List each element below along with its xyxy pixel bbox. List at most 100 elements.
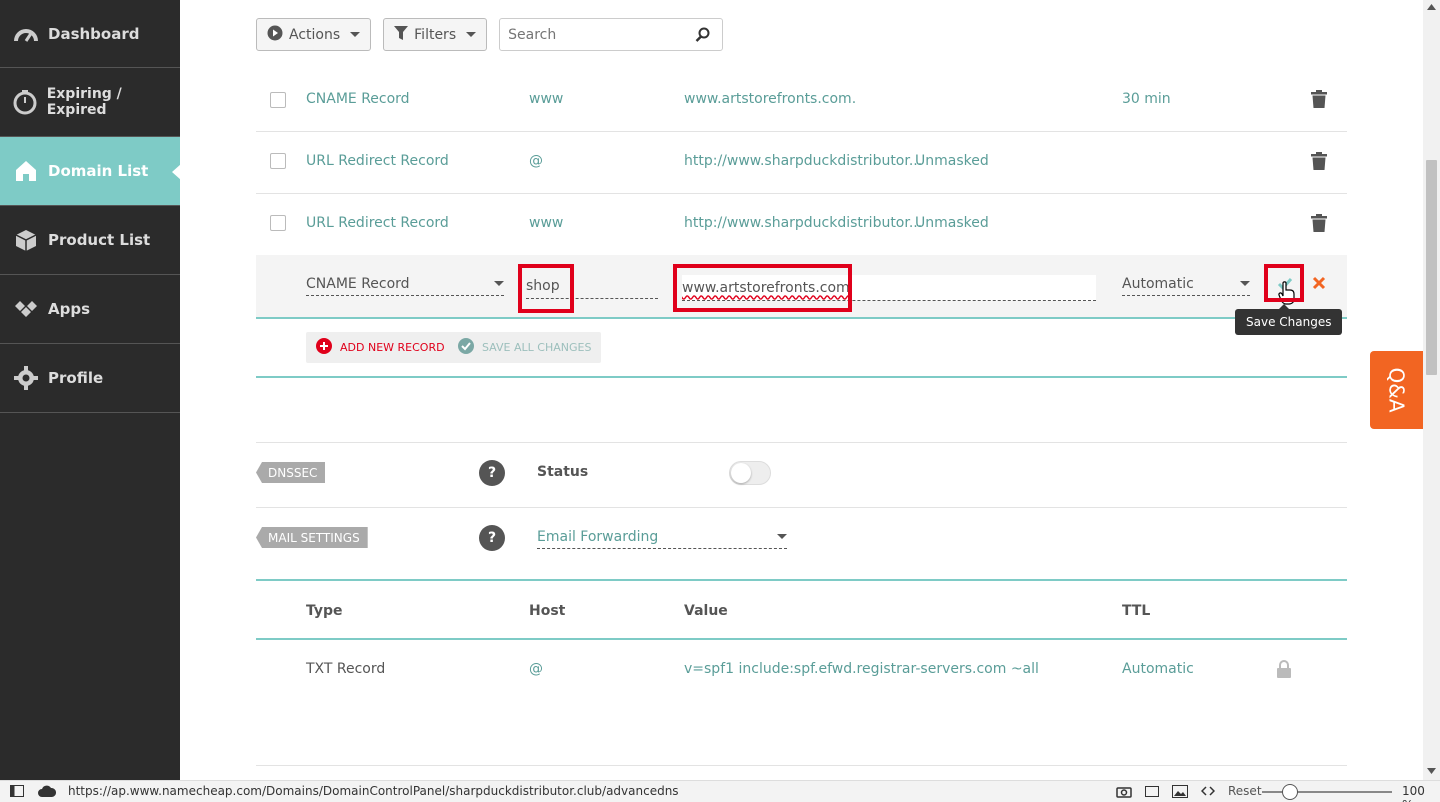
table-row: URL Redirect Record @ http://www.sharpdu… (256, 132, 1347, 194)
zoom-slider[interactable] (1262, 784, 1392, 800)
record-type-select[interactable]: CNAME Record (306, 272, 504, 296)
sidebar-item-product-list[interactable]: Product List (0, 206, 180, 275)
sidebar-item-dashboard[interactable]: Dashboard (0, 0, 180, 68)
row-checkbox[interactable] (270, 153, 286, 169)
record-actions-bar: ADD NEW RECORD SAVE ALL CHANGES (256, 320, 1347, 378)
sidebar-item-label: Domain List (48, 162, 149, 180)
chevron-down-icon (494, 281, 504, 286)
record-value: http://www.sharpduckdistributor... (684, 153, 923, 169)
camera-icon[interactable] (1116, 785, 1132, 798)
trash-icon[interactable] (1311, 69, 1327, 129)
help-icon[interactable]: ? (479, 460, 505, 486)
highlight-box-host (518, 264, 574, 313)
record-host: www (529, 215, 564, 231)
sidebar-item-label: Dashboard (48, 24, 140, 43)
record-type: URL Redirect Record (306, 153, 449, 169)
mail-table-header: Type Host Value TTL (256, 579, 1347, 640)
search-input[interactable] (500, 19, 681, 50)
trash-icon[interactable] (1311, 132, 1327, 190)
scrollbar-thumb[interactable] (1426, 160, 1437, 375)
save-all-changes-label: SAVE ALL CHANGES (482, 341, 592, 354)
status-label: Status (537, 464, 589, 480)
filters-label: Filters (414, 26, 457, 43)
help-icon[interactable]: ? (479, 525, 505, 551)
divider (256, 765, 1347, 766)
trash-icon[interactable] (1311, 194, 1327, 252)
record-masking: Unmasked (915, 215, 989, 231)
chevron-down-icon (350, 32, 361, 37)
qa-tab[interactable]: Q&A (1370, 351, 1423, 429)
browser-status-bar: https://ap.www.namecheap.com/Domains/Dom… (0, 780, 1440, 802)
zoom-level: 100 % (1402, 784, 1425, 802)
record-host: @ (529, 153, 543, 169)
sidebar: Dashboard Expiring / Expired Domain List… (0, 0, 181, 780)
add-new-record-label: ADD NEW RECORD (340, 341, 445, 354)
sidebar-item-domain-list[interactable]: Domain List (0, 137, 181, 206)
code-icon[interactable] (1201, 786, 1215, 796)
zoom-slider-handle[interactable] (1282, 784, 1298, 800)
cloud-icon (38, 785, 56, 797)
sidebar-item-expiring[interactable]: Expiring / Expired (0, 68, 180, 137)
filter-icon (394, 25, 409, 44)
plus-circle-icon (316, 338, 332, 357)
highlight-box-value (673, 264, 852, 312)
record-host: @ (529, 661, 543, 677)
scrollbar[interactable] (1423, 0, 1440, 780)
play-icon (267, 25, 283, 45)
record-type: CNAME Record (306, 91, 410, 107)
cancel-edit-button[interactable] (1312, 276, 1326, 294)
column-header-ttl: TTL (1122, 602, 1151, 619)
column-header-type: Type (306, 602, 343, 619)
window-icon[interactable] (1145, 786, 1159, 797)
status-url: https://ap.www.namecheap.com/Domains/Dom… (68, 784, 679, 798)
column-header-host: Host (529, 602, 566, 619)
sidebar-item-label: Apps (48, 300, 91, 318)
add-new-record-button[interactable]: ADD NEW RECORD (306, 332, 455, 363)
record-value: v=spf1 include:spf.efwd.registrar-server… (684, 661, 1039, 677)
table-row: URL Redirect Record www http://www.sharp… (256, 194, 1347, 256)
panel-toggle-icon[interactable] (10, 785, 24, 797)
row-checkbox[interactable] (270, 92, 286, 108)
search-box (499, 18, 724, 51)
record-masking: Unmasked (915, 153, 989, 169)
record-host: www (529, 91, 564, 107)
record-ttl: 30 min (1122, 91, 1171, 107)
column-header-value: Value (684, 602, 728, 619)
dnssec-section: DNSSEC ? Status (256, 442, 1347, 507)
save-all-changes-button[interactable]: SAVE ALL CHANGES (448, 332, 602, 363)
record-type: URL Redirect Record (306, 215, 449, 231)
sidebar-item-label: Profile (48, 369, 104, 387)
row-checkbox[interactable] (270, 215, 286, 231)
chevron-down-icon (466, 32, 477, 37)
dnssec-toggle[interactable] (729, 461, 771, 485)
image-icon[interactable] (1172, 785, 1188, 798)
sidebar-item-apps[interactable]: Apps (0, 275, 180, 344)
search-icon[interactable] (695, 27, 710, 46)
record-value: www.artstorefronts.com. (684, 91, 857, 107)
sidebar-item-label: Expiring / Expired (46, 86, 122, 118)
sidebar-item-label: Product List (48, 231, 151, 249)
scroll-down-icon[interactable] (1427, 768, 1436, 774)
box-icon (12, 226, 40, 254)
highlight-box-save (1264, 264, 1304, 302)
ttl-select[interactable]: Automatic (1122, 272, 1250, 296)
filters-button[interactable]: Filters (383, 18, 488, 51)
toolbar: Actions Filters (256, 18, 724, 51)
check-circle-icon (458, 338, 474, 357)
chevron-down-icon (1240, 281, 1250, 286)
gear-icon (12, 364, 40, 392)
mail-settings-tag: MAIL SETTINGS (256, 527, 368, 548)
mail-settings-section: MAIL SETTINGS ? Email Forwarding (256, 507, 1347, 579)
sidebar-item-profile[interactable]: Profile (0, 344, 180, 413)
chevron-down-icon (777, 534, 787, 539)
apps-icon (12, 295, 40, 323)
mail-settings-select[interactable]: Email Forwarding (537, 525, 787, 549)
qa-label: Q&A (1384, 367, 1409, 413)
actions-button[interactable]: Actions (256, 18, 372, 51)
scroll-up-icon[interactable] (1427, 4, 1436, 10)
actions-label: Actions (289, 26, 341, 43)
speedometer-icon (12, 20, 40, 48)
ttl-value: Automatic (1122, 275, 1194, 292)
dnssec-tag: DNSSEC (256, 462, 326, 483)
reset-zoom-button[interactable]: Reset (1228, 784, 1262, 798)
